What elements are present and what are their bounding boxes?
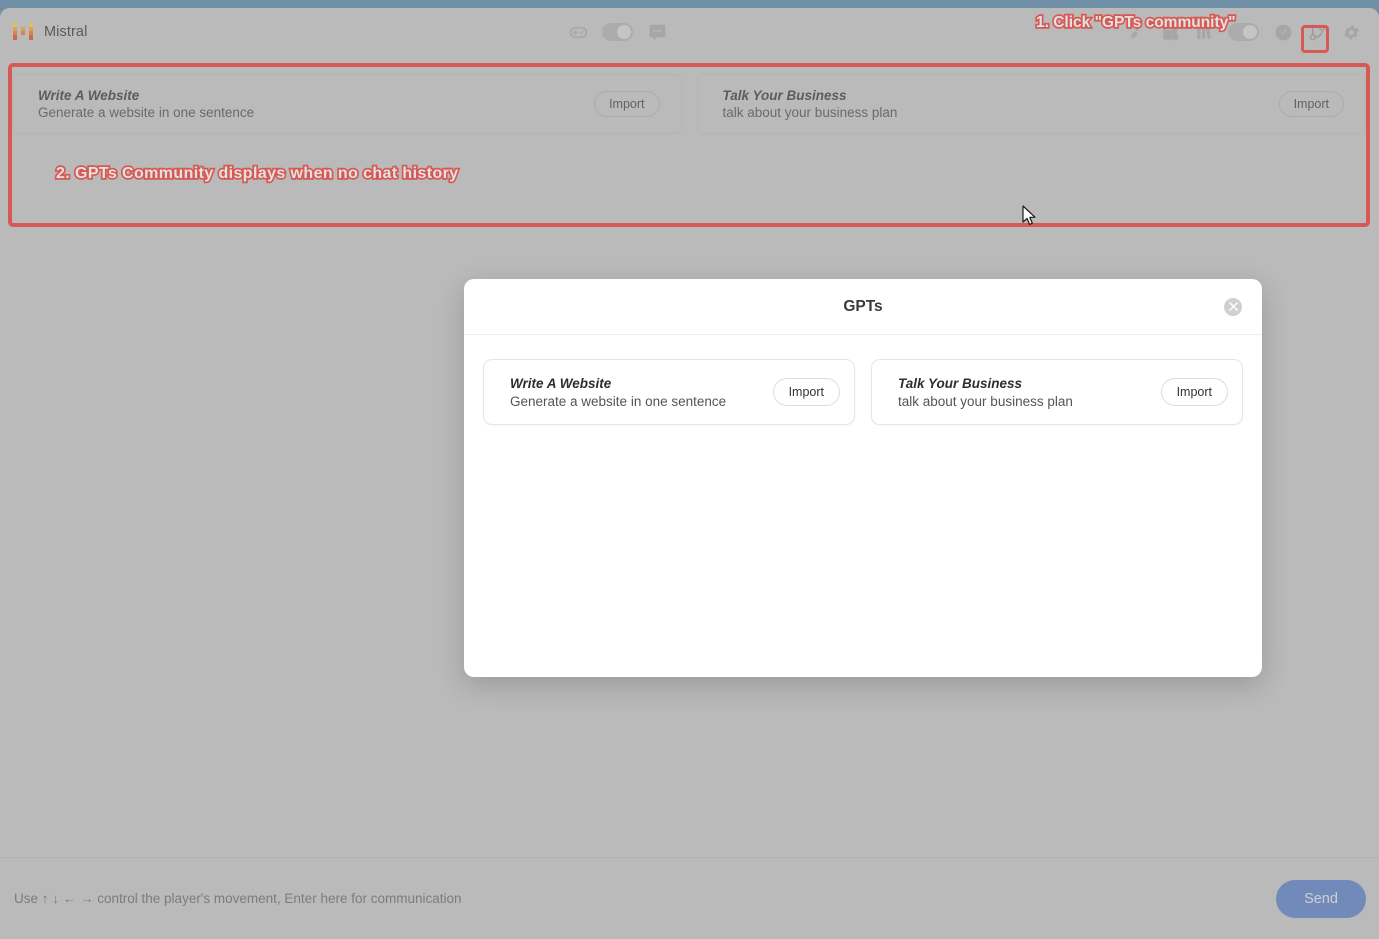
modal-gpt-card[interactable]: Talk Your Business talk about your busin…: [871, 359, 1243, 425]
card-text-block: Talk Your Business talk about your busin…: [898, 376, 1161, 409]
modal-cards-row: Write A Website Generate a website in on…: [464, 335, 1262, 425]
close-button[interactable]: [1224, 297, 1242, 316]
modal-header: GPTs: [464, 279, 1262, 335]
modal-gpt-card[interactable]: Write A Website Generate a website in on…: [483, 359, 855, 425]
app-window: Mistral Write A Website Generate a websi…: [0, 8, 1379, 939]
import-button[interactable]: Import: [1160, 378, 1228, 406]
card-title: Talk Your Business: [898, 375, 1023, 391]
modal-title: GPTs: [843, 297, 883, 315]
close-icon: [1228, 302, 1238, 311]
gpts-modal: GPTs Write A Website Generate a website …: [464, 279, 1262, 677]
card-description: talk about your business plan: [898, 393, 1073, 409]
card-description: Generate a website in one sentence: [510, 393, 727, 409]
card-text-block: Write A Website Generate a website in on…: [510, 376, 773, 409]
card-title: Write A Website: [510, 375, 612, 391]
import-button[interactable]: Import: [772, 378, 840, 406]
